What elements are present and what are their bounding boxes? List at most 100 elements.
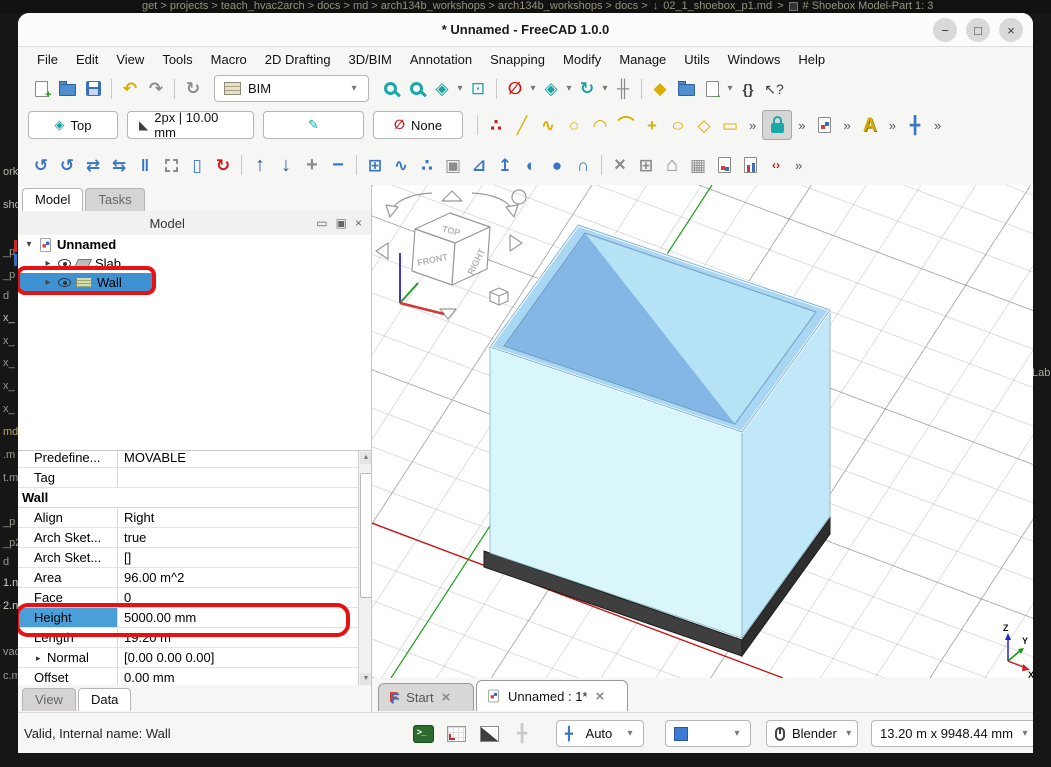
menu-snapping[interactable]: Snapping bbox=[481, 48, 554, 72]
minimize-button[interactable]: − bbox=[933, 18, 957, 42]
join-icon[interactable]: ⇆ bbox=[106, 152, 132, 179]
tab-unnamed-document[interactable]: Unnamed : 1* × bbox=[476, 680, 628, 711]
view-cube-icon[interactable]: ◈ bbox=[538, 75, 564, 102]
toolbar-overflow[interactable]: » bbox=[743, 118, 762, 133]
boolean-union-icon[interactable]: ● bbox=[544, 152, 570, 179]
navigation-cube[interactable] bbox=[376, 190, 526, 319]
edit-rotate-icon[interactable]: ↻ bbox=[210, 152, 236, 179]
maximize-button[interactable]: □ bbox=[966, 18, 990, 42]
downgrade-icon[interactable]: ↓ bbox=[273, 152, 299, 179]
draft-ellipse-icon[interactable]: ○ bbox=[660, 112, 695, 139]
python-console-button[interactable]: >_ bbox=[410, 720, 436, 747]
menu-file[interactable]: File bbox=[28, 48, 67, 72]
grid-toggle-button[interactable] bbox=[443, 720, 469, 747]
snap-button[interactable]: ∅ None bbox=[373, 111, 463, 139]
annotation-text-icon[interactable]: A bbox=[857, 112, 883, 139]
array-icon[interactable]: ⊞ bbox=[362, 152, 388, 179]
whatsthis-icon[interactable]: ↖? bbox=[761, 75, 787, 102]
menu-macro[interactable]: Macro bbox=[202, 48, 256, 72]
draft-point-array-icon[interactable]: ∴ bbox=[483, 112, 509, 139]
close-panel-icon[interactable]: × bbox=[355, 216, 362, 230]
rotate-icon[interactable]: ↺ bbox=[54, 152, 80, 179]
chart-doc-icon[interactable] bbox=[737, 152, 763, 179]
extrude-icon[interactable]: ↥ bbox=[492, 152, 518, 179]
export-icon[interactable]: → bbox=[699, 75, 725, 102]
navigation-style-combo[interactable]: Blender ▾ bbox=[766, 720, 858, 747]
toolbar-overflow[interactable]: » bbox=[883, 118, 902, 133]
draft-bezier-icon[interactable]: ⌒ bbox=[613, 112, 639, 139]
tab-tasks[interactable]: Tasks bbox=[85, 188, 144, 211]
eye-icon[interactable] bbox=[58, 278, 71, 287]
toolbar-overflow[interactable]: » bbox=[837, 118, 856, 133]
layer-combo[interactable]: ▾ bbox=[665, 720, 751, 747]
isometric-view-icon[interactable]: ◈ bbox=[429, 75, 455, 102]
menu-windows[interactable]: Windows bbox=[719, 48, 790, 72]
chevron-down-icon[interactable]: ▾ bbox=[600, 83, 610, 94]
property-group-wall[interactable]: Wall bbox=[18, 488, 358, 508]
property-row[interactable]: Arch Sket... true bbox=[18, 528, 358, 548]
menu-3d-bim[interactable]: 3D/BIM bbox=[340, 48, 401, 72]
measure-icon[interactable]: ╫ bbox=[610, 75, 636, 102]
expander-icon[interactable]: ▾ bbox=[24, 239, 34, 250]
toolbar-overflow[interactable]: » bbox=[792, 118, 811, 133]
lock-icon[interactable] bbox=[762, 110, 792, 140]
chevron-down-icon[interactable]: ▾ bbox=[528, 83, 538, 94]
close-button[interactable]: × bbox=[999, 18, 1023, 42]
property-row[interactable]: Align Right bbox=[18, 508, 358, 528]
new-file-icon[interactable]: + bbox=[28, 75, 54, 102]
eye-icon[interactable] bbox=[58, 259, 71, 268]
mirror-flip-icon[interactable]: ⇄ bbox=[80, 152, 106, 179]
building-doc-icon[interactable]: ▦ bbox=[685, 152, 711, 179]
boolean-cut-icon[interactable]: ◐ bbox=[518, 152, 544, 179]
redo-icon[interactable]: ↷ bbox=[143, 75, 169, 102]
tree-item-document[interactable]: ▾ Unnamed bbox=[18, 235, 372, 254]
chevron-down-icon[interactable]: ▾ bbox=[564, 83, 574, 94]
menu-annotation[interactable]: Annotation bbox=[401, 48, 481, 72]
mirror-icon[interactable]: ⊿ bbox=[466, 152, 492, 179]
menu-help[interactable]: Help bbox=[789, 48, 834, 72]
scrollbar[interactable]: ▲ ▼ bbox=[358, 451, 372, 685]
menu-edit[interactable]: Edit bbox=[67, 48, 107, 72]
scale-icon[interactable] bbox=[158, 152, 184, 179]
save-icon[interactable] bbox=[80, 75, 106, 102]
expander-icon[interactable]: ▸ bbox=[43, 258, 53, 269]
draw-style-toggle-button[interactable] bbox=[476, 720, 502, 747]
property-row[interactable]: Arch Sket... [] bbox=[18, 548, 358, 568]
property-row[interactable]: Tag bbox=[18, 468, 358, 488]
rotate-view-icon[interactable]: ↻ bbox=[574, 75, 600, 102]
3d-viewport[interactable]: TOP FRONT RIGHT Z bbox=[372, 185, 1033, 678]
menu-2d-drafting[interactable]: 2D Drafting bbox=[256, 48, 340, 72]
wrench-screwdriver-icon[interactable]: × bbox=[607, 152, 633, 179]
move-icon[interactable]: ╋ bbox=[902, 112, 928, 139]
boolean-intersect-icon[interactable]: ∩ bbox=[570, 152, 596, 179]
refresh-icon[interactable]: ↻ bbox=[180, 75, 206, 102]
tab-model[interactable]: Model bbox=[22, 188, 83, 211]
path-array-icon[interactable]: ∿ bbox=[388, 152, 414, 179]
layers-icon[interactable] bbox=[811, 112, 837, 139]
property-row[interactable]: Predefine... MOVABLE bbox=[18, 450, 358, 468]
toolbar-overflow[interactable]: » bbox=[928, 118, 947, 133]
working-plane-combo[interactable]: ╋ Auto ▾ bbox=[556, 720, 644, 747]
part-icon[interactable]: ◆ bbox=[647, 75, 673, 102]
offset-icon[interactable]: ‖ bbox=[132, 152, 158, 179]
dimension-combo[interactable]: 13.20 m x 9948.44 mm ▾ bbox=[871, 720, 1033, 747]
tree-item-slab[interactable]: ▸ Slab bbox=[18, 254, 372, 273]
chevron-down-icon[interactable]: ▾ bbox=[455, 83, 465, 94]
point-array-icon[interactable]: ∴ bbox=[414, 152, 440, 179]
chevron-down-icon[interactable]: ▾ bbox=[725, 83, 735, 94]
menu-utils[interactable]: Utils bbox=[675, 48, 718, 72]
clone-icon[interactable]: ▣ bbox=[440, 152, 466, 179]
undo-icon[interactable]: ↶ bbox=[117, 75, 143, 102]
upgrade-icon[interactable]: ↑ bbox=[247, 152, 273, 179]
expander-icon[interactable]: ▸ bbox=[34, 648, 44, 667]
remove-component-icon[interactable]: − bbox=[325, 152, 351, 179]
property-row[interactable]: ▸Normal [0.00 0.00 0.00] bbox=[18, 648, 358, 668]
draft-wire-icon[interactable]: ∿ bbox=[535, 112, 561, 139]
draft-line-icon[interactable]: ╱ bbox=[509, 112, 535, 139]
working-plane-button[interactable]: ◈ Top bbox=[28, 111, 118, 139]
image-doc-icon[interactable] bbox=[711, 152, 737, 179]
project-folder-icon[interactable] bbox=[673, 75, 699, 102]
code-doc-icon[interactable]: ‹› bbox=[763, 152, 789, 179]
trimex-icon[interactable]: ▯ bbox=[184, 152, 210, 179]
menu-view[interactable]: View bbox=[107, 48, 153, 72]
